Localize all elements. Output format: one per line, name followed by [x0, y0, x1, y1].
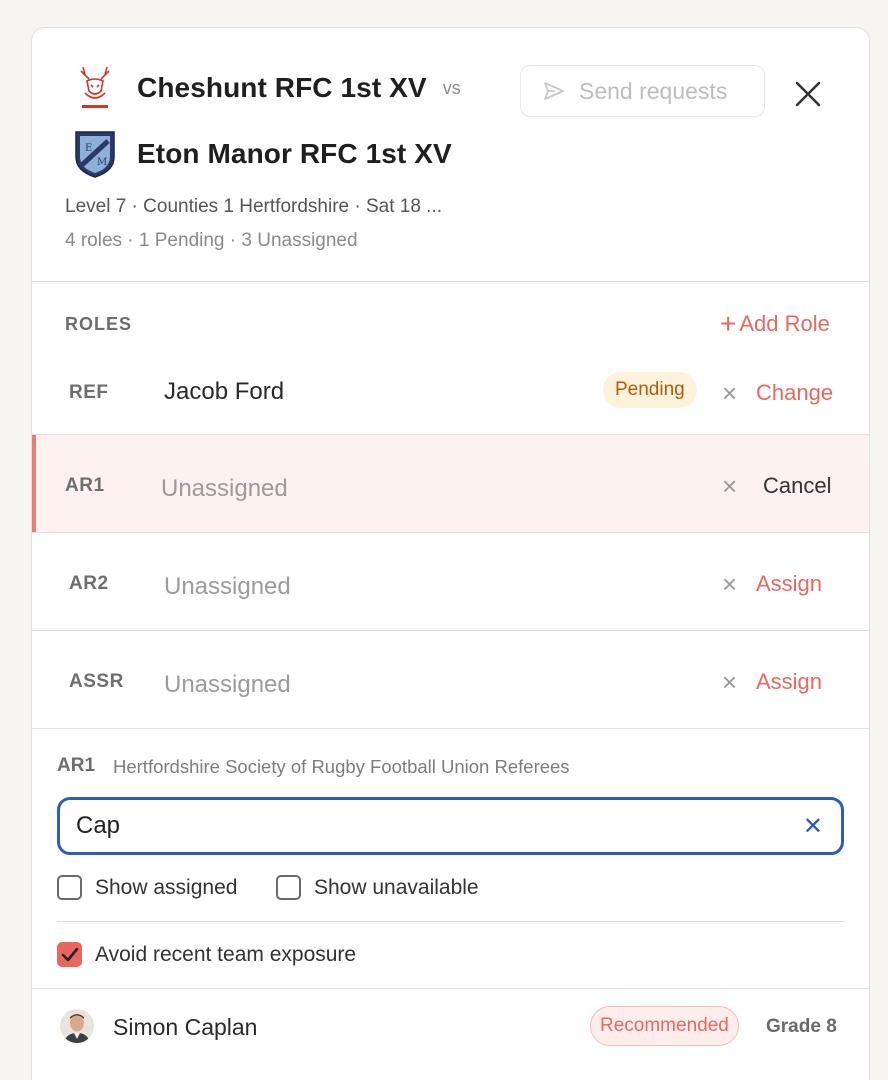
away-team-name: Eton Manor RFC 1st XV: [137, 138, 452, 169]
roles-heading: ROLES: [65, 314, 133, 334]
svg-text:E: E: [85, 143, 92, 154]
role-code: AR2: [69, 573, 109, 594]
change-button[interactable]: Change: [756, 380, 833, 406]
add-role-label: Add Role: [739, 311, 830, 336]
role-assignee: Unassigned: [164, 671, 291, 698]
send-icon: [544, 82, 564, 100]
checkbox[interactable]: [57, 875, 82, 900]
grade-label: Grade 8: [766, 1016, 837, 1037]
role-assignee: Jacob Ford: [164, 378, 285, 405]
send-requests-label: Send requests: [579, 77, 728, 104]
role-code: AR1: [65, 475, 105, 496]
roles-summary: 4 roles · 1 Pending · 3 Unassigned: [65, 230, 358, 251]
cheshunt-crest-icon: [70, 62, 120, 114]
match-meta: Level 7 · Counties 1 Hertfordshire · Sat…: [65, 196, 443, 217]
role-row-ar2[interactable]: AR2 Unassigned × Assign: [32, 533, 869, 631]
add-role-button[interactable]: + Add Role: [720, 310, 830, 338]
role-row-assr[interactable]: ASSR Unassigned × Assign: [32, 631, 869, 729]
recommended-badge: Recommended: [590, 1006, 739, 1046]
role-row-ref[interactable]: REF Jacob Ford Pending × Change: [32, 338, 869, 436]
show-unavailable-label: Show unavailable: [314, 875, 479, 899]
divider: [32, 281, 869, 282]
clear-search-icon[interactable]: ✕: [803, 812, 823, 841]
remove-icon[interactable]: ×: [722, 571, 737, 597]
eton-manor-crest-icon: E M: [70, 128, 120, 180]
divider: [32, 728, 869, 729]
remove-icon[interactable]: ×: [722, 380, 737, 406]
away-team-row: E M Eton Manor RFC 1st XV: [70, 128, 452, 180]
society-name: Hertfordshire Society of Rugby Football …: [113, 756, 570, 777]
role-row-ar1[interactable]: AR1 Unassigned × Cancel: [32, 435, 869, 533]
role-assignee: Unassigned: [161, 475, 288, 502]
show-unavailable-toggle[interactable]: Show unavailable: [276, 875, 479, 900]
show-assigned-toggle[interactable]: Show assigned: [57, 875, 237, 900]
assign-role-code: AR1: [57, 755, 96, 776]
match-panel: Cheshunt RFC 1st XV vs E M Eton Manor RF…: [31, 27, 870, 1080]
checkbox[interactable]: [276, 875, 301, 900]
remove-icon[interactable]: ×: [722, 473, 737, 499]
home-team-row: Cheshunt RFC 1st XV vs: [70, 62, 461, 114]
candidate-name: Simon Caplan: [113, 1014, 258, 1040]
vs-label: vs: [442, 77, 461, 98]
divider: [57, 921, 845, 922]
role-assignee: Unassigned: [164, 573, 291, 600]
assign-button[interactable]: Assign: [756, 571, 822, 597]
avoid-exposure-toggle[interactable]: Avoid recent team exposure: [57, 942, 356, 967]
svg-text:M: M: [97, 157, 107, 168]
remove-icon[interactable]: ×: [722, 669, 737, 695]
avoid-exposure-label: Avoid recent team exposure: [95, 942, 357, 966]
status-badge: Pending: [603, 372, 697, 408]
checkmark-icon: [61, 947, 78, 961]
avatar: [60, 1009, 94, 1043]
search-input[interactable]: [76, 811, 776, 841]
role-code: ASSR: [69, 671, 124, 692]
send-requests-button[interactable]: Send requests: [520, 65, 765, 117]
referee-search-field[interactable]: ✕: [57, 797, 844, 855]
role-code: REF: [69, 382, 109, 403]
checkbox-checked[interactable]: [57, 942, 82, 967]
home-team-name: Cheshunt RFC 1st XV: [137, 72, 427, 103]
close-icon: [795, 81, 821, 107]
close-button[interactable]: [790, 76, 826, 112]
assign-button[interactable]: Assign: [756, 669, 822, 695]
plus-icon: +: [720, 308, 737, 339]
show-assigned-label: Show assigned: [95, 875, 238, 899]
cancel-button[interactable]: Cancel: [763, 473, 831, 499]
divider: [32, 988, 869, 989]
